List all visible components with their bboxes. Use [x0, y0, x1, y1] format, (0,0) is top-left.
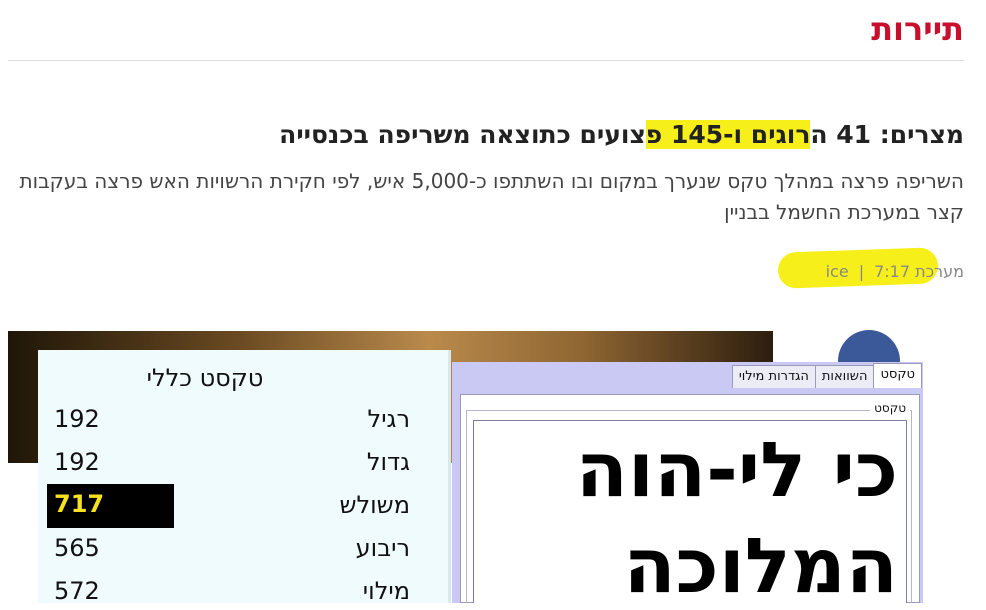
- gematria-row-value: 192: [54, 448, 100, 476]
- article-byline: מערכת ice| 7:17: [826, 262, 964, 281]
- headline-highlighted-part: רוגים ו-145 פ: [645, 120, 811, 149]
- article-subtitle: השריפה פרצה במהלך טקס שנערך במקום ובו הש…: [19, 169, 964, 224]
- text-input-line-2[interactable]: המלוכה: [623, 528, 898, 604]
- gematria-row-label: משולש: [339, 491, 411, 519]
- tab-fill-settings[interactable]: הגדרות מילוי: [731, 365, 816, 388]
- gematria-row-value-highlighted: 717: [47, 484, 174, 528]
- gematria-row-label: מילוי: [362, 577, 410, 605]
- gematria-row-value: 565: [54, 534, 100, 562]
- text-input-line-1[interactable]: כי לי-הוה: [576, 432, 898, 508]
- headline-part-3: צועים כתוצאה משריפה בכנסייה: [279, 120, 646, 149]
- gematria-row-value: 572: [54, 577, 100, 605]
- byline-time: 7:17: [874, 262, 911, 281]
- headline-part-1: מצרים: 41 ה: [810, 120, 964, 149]
- divider: [8, 60, 964, 61]
- gematria-row-label: רגיל: [367, 405, 410, 433]
- gematria-row-value: 192: [54, 405, 100, 433]
- tab-comparisons[interactable]: השוואות: [814, 365, 875, 388]
- groupbox-label: טקסט: [870, 401, 910, 415]
- gematria-row-label: ריבוע: [355, 534, 410, 562]
- gematria-row-label: גדול: [366, 448, 410, 476]
- article-headline[interactable]: מצרים: 41 הרוגים ו-145 פצועים כתוצאה משר…: [279, 120, 964, 149]
- tab-text[interactable]: טקסט: [873, 363, 922, 388]
- editor-tabs: טקסט השוואות הגדרות מילוי: [731, 363, 922, 388]
- gematria-panel-title: טקסט כללי: [146, 364, 264, 392]
- byline-separator: |: [858, 262, 865, 281]
- section-title[interactable]: תיירות: [871, 10, 964, 48]
